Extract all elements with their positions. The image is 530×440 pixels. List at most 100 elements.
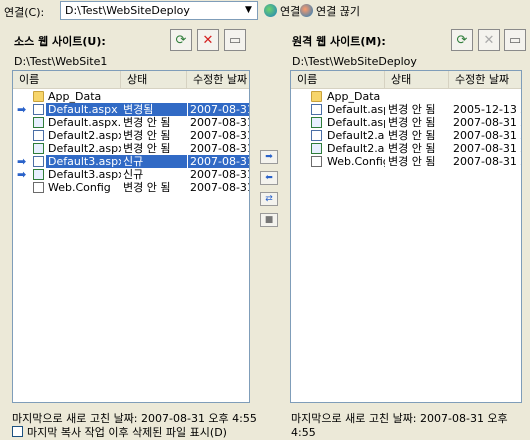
file-modified-date (451, 90, 521, 103)
file-name: Default.aspx (327, 103, 385, 116)
file-modified-date: 2007-08-31 오후 (188, 103, 250, 116)
file-name: App_Data (48, 90, 102, 103)
column-name[interactable]: 이름 (291, 71, 385, 88)
remote-site-title: 원격 웹 사이트(M): (292, 35, 386, 48)
file-name: Default2.aspx (48, 129, 121, 142)
source-refresh-button[interactable]: ⟳ (170, 29, 192, 51)
folder-icon (33, 91, 44, 102)
file-modified-date: 2007-08-31 오후 (453, 129, 521, 142)
source-file-list[interactable]: 이름 상태 수정한 날짜 App_Data ➡ Default.aspx 변경됨 200… (12, 70, 250, 403)
cs-code-icon (311, 117, 322, 128)
file-name: Default2.aspx.cs (48, 142, 121, 155)
disconnect-label: 연결 끊기 (316, 4, 360, 18)
table-row[interactable]: Default2.as...변경 안 됨 2007-08-31 오후 (291, 142, 521, 155)
file-status: 변경 안 됨 (388, 142, 436, 155)
globe-disconnect-icon (300, 4, 313, 17)
column-modified[interactable]: 수정한 날짜 (187, 71, 249, 88)
file-status: 변경 안 됨 (388, 129, 436, 142)
table-row[interactable]: Web.Config변경 안 됨2007-08-31 오후 (13, 181, 249, 194)
remote-edit-button[interactable]: ▭ (504, 29, 526, 51)
file-name: App_Data (327, 90, 381, 103)
table-row[interactable]: Default.aspx.cs변경 안 됨 2007-08-31 오후 (13, 116, 249, 129)
table-row[interactable]: Default.asp...변경 안 됨 2007-08-31 오후 (291, 116, 521, 129)
file-status (121, 90, 187, 103)
disconnect-button[interactable]: 연결 끊기 (298, 2, 362, 19)
arrow-left-icon: ⬅ (265, 173, 273, 183)
aspx-page-icon (311, 130, 322, 141)
remote-last-refreshed: 마지막으로 새로 고친 날짜: 2007-08-31 오후 4:55 (291, 412, 508, 439)
file-status: 변경 안 됨 (123, 181, 171, 194)
file-name: Default2.asp... (327, 129, 385, 142)
table-row[interactable]: Default2.asp...변경 안 됨 2007-08-31 오후 (291, 129, 521, 142)
globe-connect-icon (264, 4, 277, 17)
remote-path: D:\Test\WebSiteDeploy (292, 55, 417, 68)
delete-x-icon: ✕ (202, 32, 214, 48)
sync-arrows-icon: ⇄ (265, 194, 273, 204)
sync-direction-icon: ➡ (17, 168, 27, 181)
file-status (386, 90, 448, 103)
table-row[interactable]: App_Data (13, 90, 249, 103)
table-row[interactable]: Web.Config변경 안 됨2007-08-31 오후 (291, 155, 521, 168)
table-row[interactable]: Default2.aspx변경 안 됨 2007-08-31 오후 (13, 129, 249, 142)
cs-code-icon (311, 143, 322, 154)
folder-icon (311, 91, 322, 102)
edit-file-icon: ▭ (508, 32, 522, 48)
file-status: 변경 안 됨 (388, 103, 436, 116)
file-modified-date: 2007-08-31 오후 (190, 168, 250, 181)
file-status: 변경 안 됨 (123, 116, 171, 129)
config-icon (33, 182, 44, 193)
column-status[interactable]: 상태 (121, 71, 187, 88)
remote-file-list[interactable]: 이름 상태 수정한 날짜 App_DataDefault.aspx변경 안 됨2… (290, 70, 522, 403)
file-modified-date: 2007-08-31 오후 (453, 142, 521, 155)
file-modified-date: 2007-08-31 오후 (190, 142, 250, 155)
copy-to-remote-button[interactable]: ➡ (260, 150, 278, 164)
file-name: Default3.aspx (46, 155, 121, 168)
copy-to-source-button[interactable]: ⬅ (260, 171, 278, 185)
file-modified-date: 2005-12-13 오후 (453, 103, 521, 116)
file-name: Default.asp... (327, 116, 385, 129)
sync-direction-icon: ➡ (17, 103, 27, 116)
file-status: 신규 (123, 168, 144, 181)
file-modified-date: 2007-08-31 오후 (453, 116, 521, 129)
connection-label: 연결(C): (4, 6, 45, 19)
file-name: Default.aspx.cs (48, 116, 121, 129)
file-status: 변경 안 됨 (388, 155, 436, 168)
aspx-page-icon (33, 130, 44, 141)
remote-refresh-button[interactable]: ⟳ (451, 29, 473, 51)
file-status: 변경 안 됨 (123, 129, 171, 142)
source-delete-button[interactable]: ✕ (197, 29, 219, 51)
column-status[interactable]: 상태 (385, 71, 449, 88)
file-name: Web.Config (327, 155, 385, 168)
table-row[interactable]: ➡ Default3.aspx.cs신규 2007-08-31 오후 (13, 168, 249, 181)
stop-button[interactable]: ■ (260, 213, 278, 227)
table-row[interactable]: App_Data (291, 90, 521, 103)
connect-button[interactable]: 연결 (262, 2, 302, 19)
cs-code-icon (33, 117, 44, 128)
remote-delete-button[interactable]: ✕ (478, 29, 500, 51)
column-modified[interactable]: 수정한 날짜 (449, 71, 521, 88)
table-row[interactable]: Default.aspx변경 안 됨 2005-12-13 오후 (291, 103, 521, 116)
refresh-icon: ⟳ (456, 32, 468, 48)
table-row[interactable]: Default2.aspx.cs변경 안 됨 2007-08-31 오후 (13, 142, 249, 155)
arrow-right-icon: ➡ (265, 152, 273, 162)
cs-code-icon (33, 169, 44, 180)
table-row[interactable]: ➡ Default.aspx변경됨2007-08-31 오후 (13, 103, 249, 116)
column-name[interactable]: 이름 (13, 71, 121, 88)
aspx-page-icon (33, 104, 44, 115)
chevron-down-icon[interactable]: ▼ (241, 3, 256, 18)
connection-combo[interactable]: D:\Test\WebSiteDeploy ▼ (60, 1, 258, 20)
file-modified-date (188, 90, 249, 103)
synchronize-button[interactable]: ⇄ (260, 192, 278, 206)
sync-direction-icon: ➡ (17, 155, 27, 168)
show-deleted-checkbox[interactable] (12, 426, 23, 437)
file-modified-date: 2007-08-31 오후 (188, 155, 250, 168)
file-name: Default3.aspx.cs (48, 168, 121, 181)
file-name: Default.aspx (46, 103, 121, 116)
source-edit-button[interactable]: ▭ (224, 29, 246, 51)
file-status: 신규 (121, 155, 187, 168)
config-icon (311, 156, 322, 167)
connection-value: D:\Test\WebSiteDeploy (65, 4, 190, 17)
table-row[interactable]: ➡ Default3.aspx신규2007-08-31 오후 (13, 155, 249, 168)
show-deleted-label[interactable]: 마지막 복사 작업 이후 삭제된 파일 표시(D) (27, 424, 227, 440)
file-status: 변경 안 됨 (123, 142, 171, 155)
